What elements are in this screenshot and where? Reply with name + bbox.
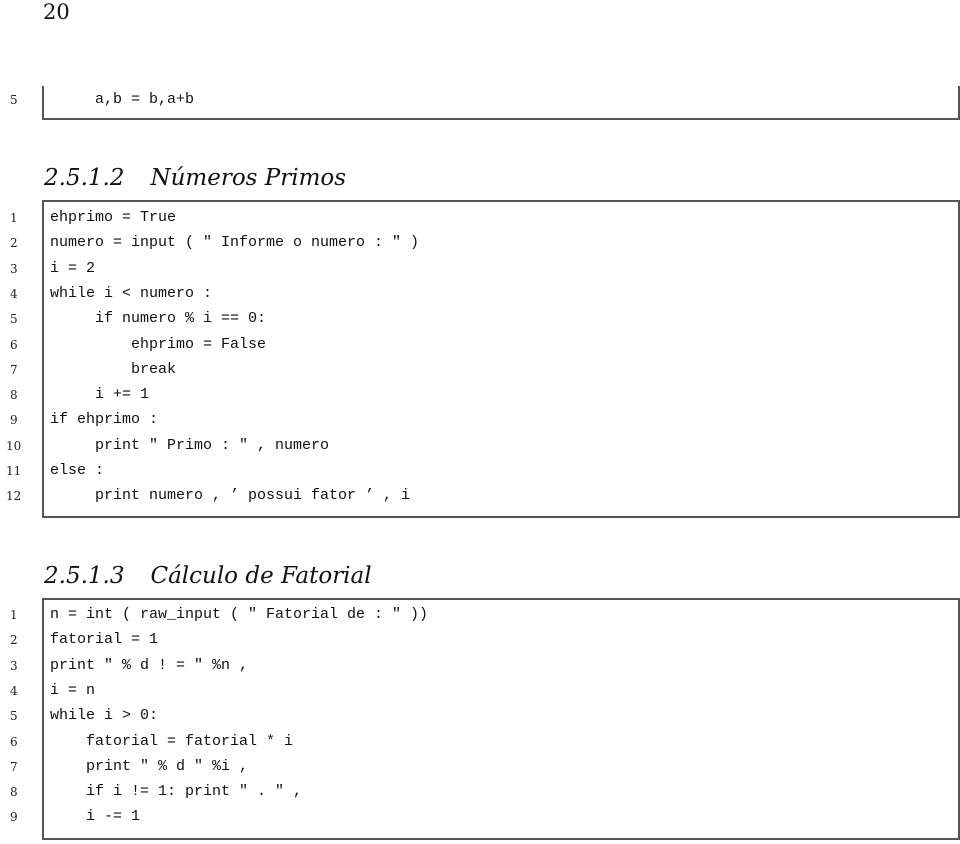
code-line: while i > 0: xyxy=(50,707,159,725)
code-line: print " Primo : " , numero xyxy=(50,436,330,454)
line-number: 7 xyxy=(10,362,18,377)
line-number: 7 xyxy=(10,759,18,774)
section-heading: 2.5.1.2 Números Primos xyxy=(44,165,346,191)
code-line: else : xyxy=(50,462,105,479)
code-line: print " % d ! = " %n , xyxy=(50,656,249,674)
section-title: Cálculo de Fatorial xyxy=(150,563,372,589)
code-line: ehprimo = True xyxy=(50,209,177,226)
code-line: if i != 1: print " . " , xyxy=(50,783,303,801)
code-line: break xyxy=(50,360,177,378)
code-line: i -= 1 xyxy=(50,808,141,826)
code-line: a,b = b,a+b xyxy=(50,91,195,108)
section-number: 2.5.1.3 xyxy=(44,563,125,589)
line-number: 5 xyxy=(10,709,18,724)
code-line: fatorial = fatorial * i xyxy=(50,732,294,750)
code-line: while i < numero : xyxy=(50,284,213,302)
line-number: 8 xyxy=(10,388,18,403)
line-number: 10 xyxy=(6,438,22,453)
line-number: 3 xyxy=(10,261,18,276)
code-line: print numero , ’ possui fator ’ , i xyxy=(50,487,411,505)
code-line: n = int ( raw_input ( " Fatorial de : " … xyxy=(50,606,429,623)
code-line: i = n xyxy=(50,681,96,699)
code-line: i = 2 xyxy=(50,259,96,277)
line-number: 6 xyxy=(10,734,18,749)
line-number: 1 xyxy=(10,608,18,622)
line-number: 5 xyxy=(10,93,18,107)
code-line: ehprimo = False xyxy=(50,335,267,353)
line-number: 4 xyxy=(10,286,18,301)
line-number: 12 xyxy=(6,489,22,504)
section-heading: 2.5.1.3 Cálculo de Fatorial xyxy=(44,563,372,589)
line-number: 9 xyxy=(10,413,18,428)
line-number: 4 xyxy=(10,683,18,698)
line-number: 8 xyxy=(10,785,18,800)
section-title: Números Primos xyxy=(150,165,347,191)
section-number: 2.5.1.2 xyxy=(44,165,125,191)
line-number: 1 xyxy=(10,211,18,225)
code-listing-box xyxy=(42,598,960,840)
line-number: 9 xyxy=(10,810,18,825)
line-number: 6 xyxy=(10,337,18,352)
code-line: print " % d " %i , xyxy=(50,757,249,775)
code-line: if ehprimo : xyxy=(50,411,159,429)
line-number: 2 xyxy=(10,236,18,251)
line-number: 3 xyxy=(10,658,18,673)
line-number: 5 xyxy=(10,312,18,327)
line-number: 11 xyxy=(6,464,22,478)
page-number: 20 xyxy=(43,0,70,24)
line-number: 2 xyxy=(10,633,18,648)
code-line: i += 1 xyxy=(50,386,150,404)
code-line: numero = input ( " Informe o numero : " … xyxy=(50,234,420,252)
code-line: fatorial = 1 xyxy=(50,631,159,649)
code-line: if numero % i == 0: xyxy=(50,310,267,328)
